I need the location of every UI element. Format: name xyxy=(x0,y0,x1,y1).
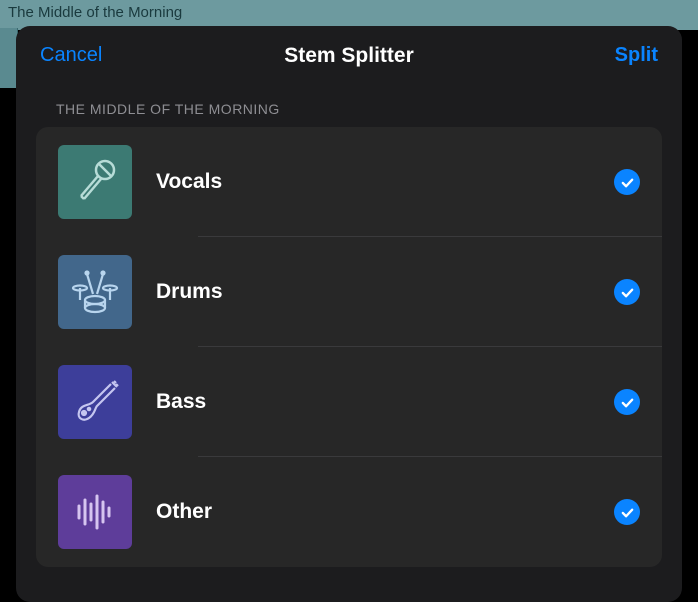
stem-label: Vocals xyxy=(156,170,614,194)
drums-icon xyxy=(58,255,132,329)
microphone-icon xyxy=(58,145,132,219)
section-header: THE MIDDLE OF THE MORNING xyxy=(16,81,682,127)
check-icon[interactable] xyxy=(614,389,640,415)
modal-title: Stem Splitter xyxy=(284,44,414,68)
check-icon[interactable] xyxy=(614,279,640,305)
check-icon[interactable] xyxy=(614,169,640,195)
stem-row-vocals[interactable]: Vocals xyxy=(36,127,662,237)
stem-row-bass[interactable]: Bass xyxy=(36,347,662,457)
stems-list: Vocals xyxy=(36,127,662,567)
stem-label: Other xyxy=(156,500,614,524)
stem-splitter-modal: Cancel Stem Splitter Split THE MIDDLE OF… xyxy=(16,26,682,602)
waveform-icon xyxy=(58,475,132,549)
stem-label: Bass xyxy=(156,390,614,414)
check-icon[interactable] xyxy=(614,499,640,525)
stem-label: Drums xyxy=(156,280,614,304)
stem-row-drums[interactable]: Drums xyxy=(36,237,662,347)
cancel-button[interactable]: Cancel xyxy=(40,44,102,67)
bass-icon xyxy=(58,365,132,439)
stem-row-other[interactable]: Other xyxy=(36,457,662,567)
modal-header: Cancel Stem Splitter Split xyxy=(16,26,682,81)
split-button[interactable]: Split xyxy=(615,44,658,67)
bg-track-title: The Middle of the Morning xyxy=(8,4,182,21)
